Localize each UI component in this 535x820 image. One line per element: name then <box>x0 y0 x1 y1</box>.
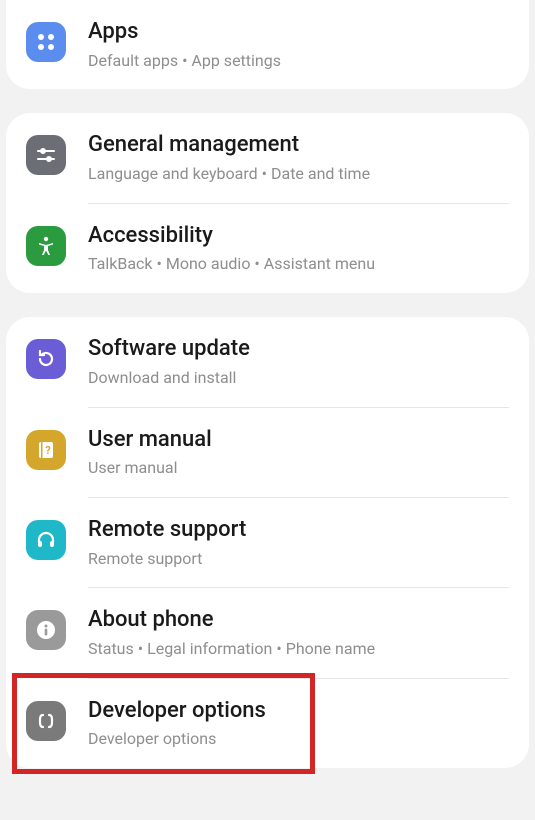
item-subtitle: Status • Legal information • Phone name <box>88 639 509 660</box>
manual-icon: ? <box>26 430 66 470</box>
accessibility-icon <box>26 226 66 266</box>
settings-item-developer-options[interactable]: Developer options Developer options <box>6 679 529 768</box>
settings-item-remote-support[interactable]: Remote support Remote support <box>6 498 529 587</box>
item-subtitle: Language and keyboard • Date and time <box>88 164 509 185</box>
item-title: Apps <box>88 18 509 47</box>
settings-group: Software update Download and install ? U… <box>6 317 529 768</box>
settings-item-general[interactable]: General management Language and keyboard… <box>6 113 529 202</box>
item-subtitle: Developer options <box>88 729 509 750</box>
item-subtitle: Download and install <box>88 368 509 389</box>
item-title: General management <box>88 131 509 160</box>
sliders-icon <box>26 135 66 175</box>
item-title: Developer options <box>88 697 509 726</box>
settings-item-software-update[interactable]: Software update Download and install <box>6 317 529 406</box>
developer-icon <box>26 701 66 741</box>
item-subtitle: Remote support <box>88 549 509 570</box>
item-title: User manual <box>88 426 509 455</box>
item-title: Accessibility <box>88 222 509 251</box>
item-title: Software update <box>88 335 509 364</box>
settings-item-apps[interactable]: Apps Default apps • App settings <box>6 0 529 89</box>
item-title: About phone <box>88 606 509 635</box>
item-title: Remote support <box>88 516 509 545</box>
apps-icon <box>26 22 66 62</box>
settings-item-accessibility[interactable]: Accessibility TalkBack • Mono audio • As… <box>6 204 529 293</box>
update-icon <box>26 339 66 379</box>
svg-text:?: ? <box>45 444 51 457</box>
headset-icon <box>26 520 66 560</box>
item-subtitle: User manual <box>88 458 509 479</box>
settings-group: Apps Default apps • App settings <box>6 0 529 89</box>
settings-item-about-phone[interactable]: About phone Status • Legal information •… <box>6 588 529 677</box>
settings-item-user-manual[interactable]: ? User manual User manual <box>6 408 529 497</box>
item-subtitle: TalkBack • Mono audio • Assistant menu <box>88 254 509 275</box>
settings-group: General management Language and keyboard… <box>6 113 529 293</box>
info-icon <box>26 610 66 650</box>
item-subtitle: Default apps • App settings <box>88 51 509 72</box>
